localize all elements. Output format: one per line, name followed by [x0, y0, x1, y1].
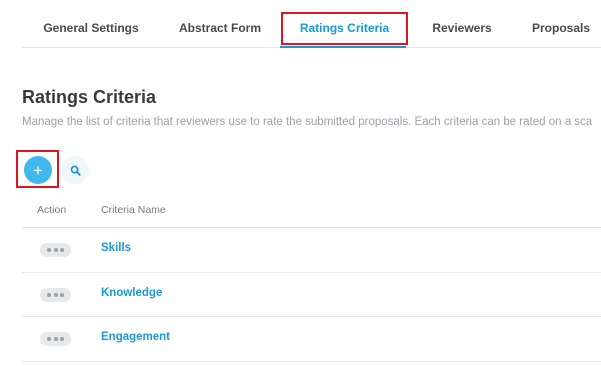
add-criteria-button[interactable]: +: [24, 156, 52, 184]
page-title: Ratings Criteria: [22, 87, 157, 107]
tab-reviewers[interactable]: Reviewers: [422, 8, 502, 48]
search-icon: [70, 165, 81, 176]
active-tab-underline: [280, 46, 406, 48]
page-description: Manage the list of criteria that reviewe…: [22, 116, 593, 128]
more-dot-icon: [47, 337, 51, 341]
row-actions-button[interactable]: [40, 243, 71, 257]
table-row: Knowledge: [22, 273, 601, 317]
criteria-name-link[interactable]: Engagement: [101, 331, 170, 343]
criteria-name-link[interactable]: Skills: [101, 242, 131, 254]
tab-bar: General Settings Abstract Form Ratings C…: [22, 8, 601, 48]
more-dot-icon: [47, 248, 51, 252]
more-dot-icon: [53, 337, 58, 341]
tab-ratings-criteria[interactable]: Ratings Criteria: [282, 8, 407, 48]
criteria-table: Action Criteria Name Skills Knowledge En…: [22, 196, 601, 362]
more-dot-icon: [60, 248, 64, 252]
more-dot-icon: [53, 292, 58, 297]
tab-proposals[interactable]: Proposals: [522, 8, 600, 48]
criteria-name-link[interactable]: Knowledge: [101, 287, 162, 299]
more-dot-icon: [53, 248, 58, 252]
more-dot-icon: [47, 292, 51, 297]
row-actions-button[interactable]: [40, 287, 71, 302]
table-row: Skills: [22, 228, 601, 273]
table-row: Engagement: [22, 317, 601, 362]
tab-abstract-form[interactable]: Abstract Form: [172, 8, 268, 48]
column-header-criteria-name: Criteria Name: [101, 204, 166, 216]
page: General Settings Abstract Form Ratings C…: [0, 0, 601, 366]
search-button[interactable]: [61, 156, 89, 184]
column-header-action: Action: [37, 204, 67, 216]
more-dot-icon: [60, 337, 64, 341]
row-actions-button[interactable]: [40, 332, 71, 346]
plus-icon: +: [33, 160, 43, 180]
table-header: Action Criteria Name: [22, 196, 601, 228]
more-dot-icon: [60, 292, 64, 297]
tab-general-settings[interactable]: General Settings: [36, 8, 146, 48]
